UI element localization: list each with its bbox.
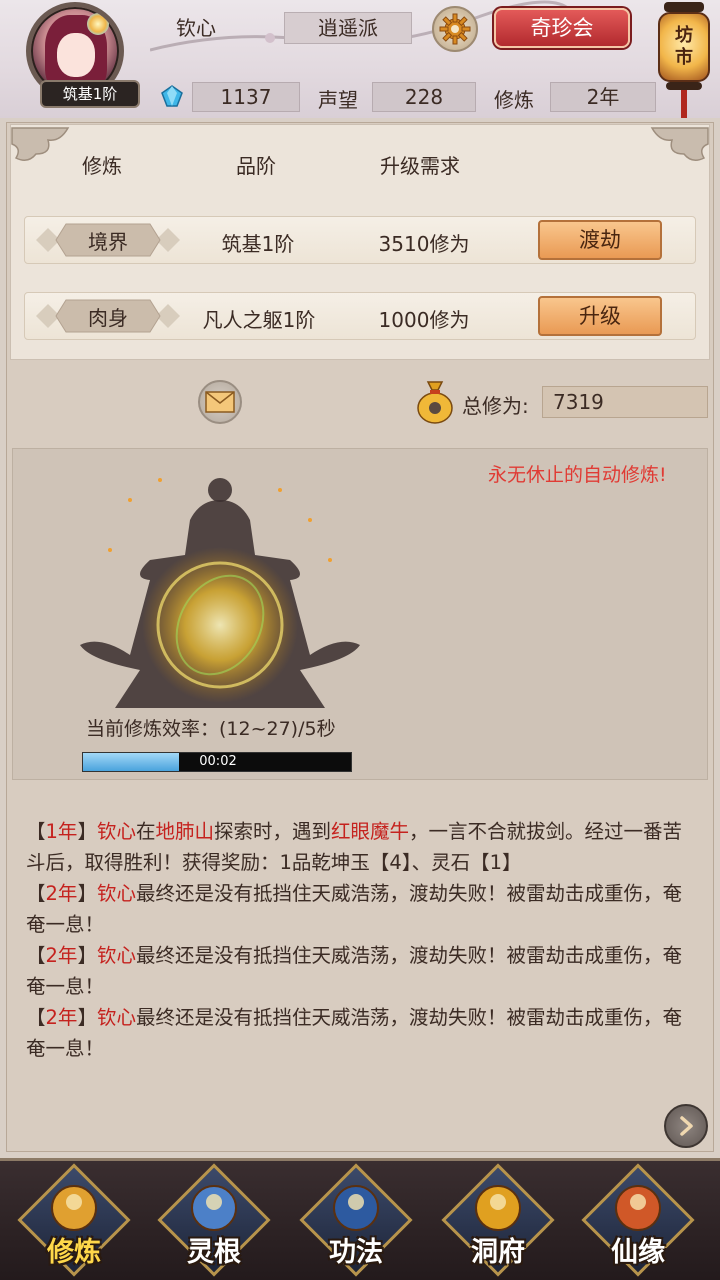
log-text: 【	[26, 820, 46, 843]
log-text: 探索时，遇到	[214, 820, 332, 843]
log-text: 【	[26, 944, 46, 967]
realm-grade: 筑基1阶	[221, 232, 295, 256]
nav-tab-1[interactable]: 灵根	[157, 1163, 271, 1277]
log-text: 】	[77, 1006, 97, 1029]
column-header-requirement: 升级需求	[380, 154, 460, 178]
log-highlight: 2年	[45, 1006, 78, 1029]
body-grade: 凡人之躯1阶	[202, 308, 316, 332]
player-name: 钦心	[176, 16, 216, 40]
nav-label: 功法	[329, 1237, 383, 1268]
nav-tab-2[interactable]: 功法	[299, 1163, 413, 1277]
chevron-right-icon	[680, 1116, 693, 1136]
log-text: 】	[77, 944, 97, 967]
nav-tab-3[interactable]: 洞府	[441, 1163, 555, 1277]
sect-name: 逍遥派	[284, 12, 412, 44]
cultivation-progress-bar: 00:02	[82, 752, 352, 772]
log-highlight: 红眼魔牛	[331, 820, 410, 843]
log-text: 】	[77, 882, 97, 905]
treasure-fair-button[interactable]: 奇珍会	[494, 8, 630, 48]
body-tag: 肉身	[36, 298, 180, 334]
log-text: 【	[26, 882, 46, 905]
log-entry: 【1年】钦心在地肺山探索时，遇到红眼魔牛，一言不合就拔剑。经过一番苦斗后，取得胜…	[26, 816, 692, 878]
cloud-corner-icon	[650, 127, 709, 161]
body-requirement: 1000修为	[378, 308, 470, 332]
prestige-value: 228	[372, 82, 476, 112]
nav-tab-0[interactable]: 修炼	[17, 1163, 131, 1277]
total-cultivation-value: 7319	[542, 386, 708, 418]
market-label-2: 市	[675, 47, 693, 68]
log-highlight: 1年	[45, 820, 78, 843]
realm-requirement: 3510修为	[378, 232, 470, 256]
log-text: 在	[135, 820, 156, 843]
scroll-book-icon	[333, 1185, 379, 1231]
log-highlight: 地肺山	[155, 820, 214, 843]
log-text: 】	[77, 820, 97, 843]
mail-button[interactable]	[198, 380, 242, 424]
envelope-icon	[205, 391, 235, 413]
log-entry: 【2年】钦心最终还是没有抵挡住天威浩荡，渡劫失败！被雷劫击成重伤，奄奄一息！	[26, 940, 692, 1002]
column-header-cultivation: 修炼	[82, 154, 122, 178]
nav-label: 修炼	[47, 1237, 101, 1268]
log-highlight: 钦心	[96, 1006, 136, 1029]
total-cultivation-label: 总修为:	[462, 394, 529, 418]
log-text: 【	[26, 1006, 46, 1029]
log-highlight: 2年	[45, 882, 78, 905]
realm-tag: 境界	[36, 222, 180, 258]
log-entry: 【2年】钦心最终还是没有抵挡住天威浩荡，渡劫失败！被雷劫击成重伤，奄奄一息！	[26, 878, 692, 940]
log-highlight: 2年	[45, 944, 78, 967]
gear-icon	[439, 13, 471, 45]
meditating-figure-icon	[80, 478, 360, 708]
lantern-icon: 坊 市	[658, 12, 710, 82]
tribulation-button[interactable]: 渡劫	[538, 220, 662, 260]
meditating-monk-icon	[51, 1185, 97, 1231]
log-highlight: 钦心	[96, 944, 136, 967]
next-page-button[interactable]	[664, 1104, 708, 1148]
upgrade-button[interactable]: 升级	[538, 296, 662, 336]
cultivation-rate: 当前修炼效率：(12~27)/5秒	[86, 718, 336, 740]
nav-label: 灵根	[187, 1237, 241, 1268]
progress-time: 00:02	[199, 754, 237, 769]
event-log: 【1年】钦心在地肺山探索时，遇到红眼魔牛，一言不合就拔剑。经过一番苦斗后，取得胜…	[26, 816, 692, 1064]
gem-count: 1137	[192, 82, 300, 112]
pavilion-icon	[475, 1185, 521, 1231]
nav-tab-4[interactable]: 仙缘	[581, 1163, 695, 1277]
cultivation-years: 2年	[550, 82, 656, 112]
gourd-icon	[615, 1185, 661, 1231]
nav-label: 仙缘	[611, 1237, 665, 1268]
spirit-gem-icon	[161, 85, 183, 107]
cloud-corner-icon	[11, 127, 70, 161]
sword-root-icon	[191, 1185, 237, 1231]
money-bag-icon	[417, 381, 453, 424]
prestige-label: 声望	[318, 88, 358, 112]
log-entry: 【2年】钦心最终还是没有抵挡住天威浩荡，渡劫失败！被雷劫击成重伤，奄奄一息！	[26, 1002, 692, 1064]
market-lantern-button[interactable]: 坊 市	[656, 2, 712, 118]
nav-label: 洞府	[471, 1237, 525, 1268]
market-label-1: 坊	[675, 25, 693, 46]
realm-badge: 筑基1阶	[40, 80, 140, 108]
player-avatar-frame[interactable]: 筑基1阶	[22, 2, 158, 110]
column-header-grade: 品阶	[236, 154, 276, 178]
log-highlight: 钦心	[96, 820, 136, 843]
cultivation-label: 修炼	[494, 88, 534, 112]
log-highlight: 钦心	[96, 882, 136, 905]
auto-cultivation-note: 永无休止的自动修炼!	[488, 464, 667, 486]
settings-button[interactable]	[432, 6, 478, 52]
